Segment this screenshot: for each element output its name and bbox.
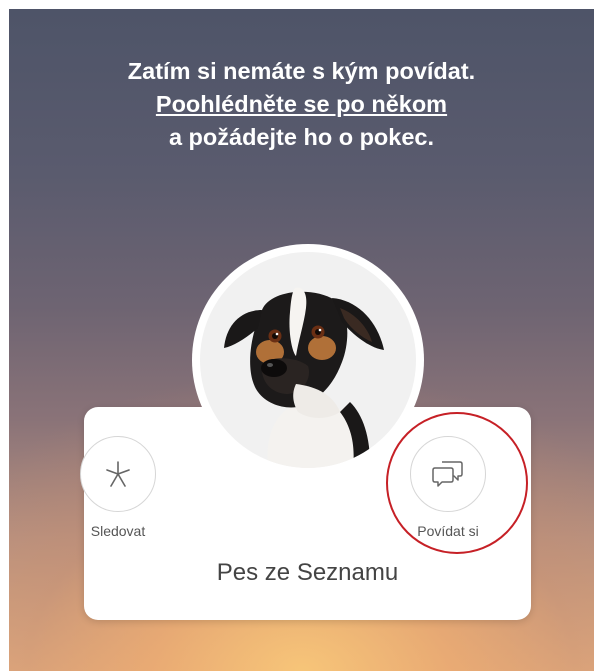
headline-line-1: Zatím si nemáte s kým povídat. bbox=[127, 58, 476, 84]
profile-name: Pes ze Seznamu bbox=[216, 559, 399, 586]
avatar[interactable] bbox=[192, 244, 424, 476]
follow-button[interactable]: Sledovat bbox=[63, 436, 173, 539]
follow-circle[interactable] bbox=[80, 436, 156, 512]
empty-state-message: Zatím si nemáte s kým povídat. Poohlédně… bbox=[9, 55, 594, 154]
asterisk-icon bbox=[106, 461, 130, 487]
find-someone-link[interactable]: Poohlédněte se po někom bbox=[9, 88, 594, 121]
highlight-circle bbox=[386, 412, 528, 554]
follow-label: Sledovat bbox=[90, 523, 146, 539]
screen-background: Zatím si nemáte s kým povídat. Poohlédně… bbox=[9, 9, 594, 671]
dog-avatar-image bbox=[200, 252, 416, 468]
headline-line-3: a požádejte ho o pokec. bbox=[168, 124, 435, 150]
